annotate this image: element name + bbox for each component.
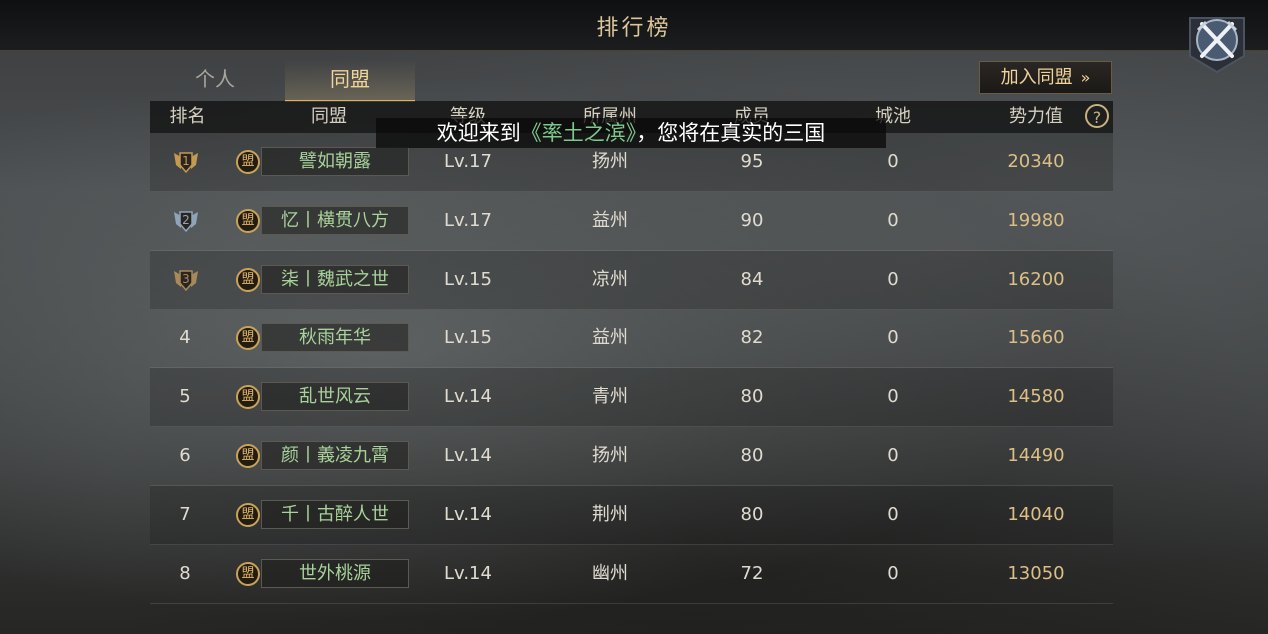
- rank-number: 6: [179, 445, 191, 466]
- alliance-name[interactable]: 颜丨義凌九霄: [261, 441, 409, 470]
- alliance-name[interactable]: 世外桃源: [261, 558, 409, 588]
- double-chevron-right-icon: »: [1080, 68, 1091, 87]
- members-cell: 72: [740, 562, 764, 584]
- table-row[interactable]: 6 盟颜丨義凌九霄 Lv.14 扬州 80 0 14490: [150, 427, 1113, 486]
- province-cell: 荆州: [592, 503, 628, 525]
- video-subtitle: 欢迎来到《率土之滨》，您将在真实的三国: [376, 118, 886, 148]
- rank-medal-icon: 2: [174, 211, 198, 232]
- alliance-name[interactable]: 柒丨魏武之世: [261, 264, 409, 294]
- cities-cell: 0: [887, 503, 899, 525]
- alliance-name[interactable]: 秋雨年华: [261, 323, 409, 353]
- rank-number: 2: [182, 213, 190, 227]
- level-cell: Lv.14: [444, 503, 492, 525]
- alliance-name[interactable]: 乱世风云: [261, 382, 409, 412]
- cities-cell: 0: [887, 327, 899, 349]
- tab-personal[interactable]: 个人: [150, 60, 280, 100]
- crossed-swords-close-icon: [1189, 17, 1245, 74]
- cities-cell: 0: [887, 268, 899, 290]
- members-cell: 90: [740, 209, 764, 231]
- subtitle-prefix: 欢迎来到: [436, 121, 521, 145]
- tab-alliance[interactable]: 同盟: [285, 60, 415, 102]
- cities-cell: 0: [887, 445, 899, 466]
- ranking-list[interactable]: 1 盟譬如朝露 Lv.17 扬州 95 0 20340 2 盟忆丨横贯八方 Lv.17 益州 90 0 1…: [150, 133, 1113, 634]
- help-icon[interactable]: ?: [1085, 104, 1109, 128]
- power-cell: 14490: [1007, 445, 1065, 466]
- power-cell: 16200: [1007, 268, 1065, 290]
- table-row[interactable]: 8 盟世外桃源 Lv.14 幽州 72 0 13050: [150, 545, 1113, 604]
- power-cell: 15660: [1007, 327, 1065, 349]
- rank-number: 3: [182, 272, 190, 286]
- level-cell: Lv.15: [444, 327, 492, 349]
- alliance-name[interactable]: 千丨古醉人世: [261, 499, 409, 529]
- province-cell: 凉州: [592, 268, 628, 290]
- cities-cell: 0: [887, 209, 899, 231]
- province-cell: 益州: [592, 209, 628, 231]
- power-cell: 14580: [1007, 386, 1065, 408]
- members-cell: 80: [740, 386, 764, 408]
- table-row[interactable]: 7 盟千丨古醉人世 Lv.14 荆州 80 0 14040: [150, 485, 1113, 545]
- province-cell: 幽州: [592, 562, 628, 584]
- join-alliance-button[interactable]: 加入同盟 »: [979, 61, 1112, 94]
- power-cell: 19980: [1007, 209, 1065, 231]
- power-cell: 13050: [1007, 562, 1065, 584]
- members-cell: 80: [740, 503, 764, 525]
- level-cell: Lv.14: [444, 562, 492, 584]
- province-cell: 青州: [592, 386, 628, 408]
- power-cell: 20340: [1007, 151, 1065, 172]
- alliance-emblem-icon: 盟: [236, 150, 260, 174]
- rank-number: 4: [179, 327, 191, 349]
- top-bar: 排行榜: [0, 0, 1268, 51]
- members-cell: 84: [740, 268, 764, 290]
- join-alliance-label: 加入同盟: [1000, 67, 1073, 88]
- rank-number: 8: [179, 562, 191, 584]
- province-cell: 益州: [592, 327, 628, 349]
- header-rank: 排名: [169, 106, 206, 127]
- close-button[interactable]: [1186, 8, 1248, 74]
- alliance-emblem-icon: 盟: [236, 502, 260, 527]
- alliance-name[interactable]: 忆丨横贯八方: [261, 205, 409, 235]
- table-row[interactable]: 4 盟秋雨年华 Lv.15 益州 82 0 15660: [150, 309, 1113, 369]
- alliance-emblem-icon: 盟: [236, 385, 260, 410]
- cities-cell: 0: [887, 386, 899, 408]
- header-power: 势力值: [1009, 106, 1063, 127]
- alliance-emblem-icon: 盟: [236, 444, 260, 468]
- rank-number: 5: [179, 386, 191, 408]
- cities-cell: 0: [887, 562, 899, 584]
- subtitle-suffix: ，您将在真实的三国: [636, 121, 826, 145]
- alliance-emblem-icon: 盟: [236, 561, 260, 586]
- rank-medal-icon: 3: [174, 269, 198, 291]
- table-row[interactable]: 3 盟柒丨魏武之世 Lv.15 凉州 84 0 16200: [150, 250, 1113, 310]
- members-cell: 82: [740, 327, 764, 349]
- page-title: 排行榜: [596, 16, 672, 41]
- rank-number: 7: [179, 503, 191, 525]
- rank-number: 1: [182, 154, 190, 168]
- rank-medal-icon: 1: [174, 152, 198, 174]
- level-cell: Lv.15: [444, 268, 492, 290]
- alliance-emblem-icon: 盟: [236, 326, 260, 351]
- alliance-name[interactable]: 譬如朝露: [261, 147, 409, 176]
- level-cell: Lv.17: [444, 209, 492, 231]
- alliance-emblem-icon: 盟: [236, 267, 260, 292]
- level-cell: Lv.14: [444, 386, 492, 408]
- members-cell: 80: [740, 445, 764, 466]
- power-cell: 14040: [1007, 503, 1065, 525]
- province-cell: 扬州: [592, 445, 628, 466]
- alliance-emblem-icon: 盟: [236, 208, 260, 233]
- level-cell: Lv.14: [444, 445, 492, 466]
- table-row[interactable]: 2 盟忆丨横贯八方 Lv.17 益州 90 0 19980: [150, 192, 1113, 251]
- table-row[interactable]: 5 盟乱世风云 Lv.14 青州 80 0 14580: [150, 368, 1113, 428]
- subtitle-game-name: 《率土之滨》: [520, 121, 637, 145]
